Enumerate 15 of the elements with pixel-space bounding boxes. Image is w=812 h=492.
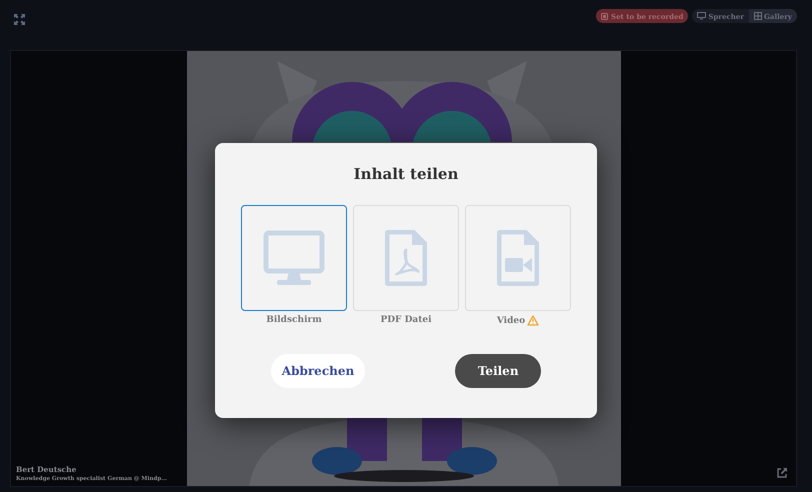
dialog-title: Inhalt teilen: [354, 165, 458, 183]
pdf-file-icon: [385, 230, 427, 286]
record-icon: [601, 12, 608, 20]
option-label: Video: [496, 316, 526, 326]
share-option-tile[interactable]: [241, 205, 347, 311]
monitor-icon: [697, 12, 706, 20]
fullscreen-icon[interactable]: [14, 14, 25, 25]
option-label: Bildschirm: [266, 315, 322, 325]
video-file-icon: [497, 230, 539, 286]
share-button[interactable]: Teilen: [455, 354, 542, 388]
cancel-button[interactable]: Abbrechen: [270, 354, 366, 388]
grid-icon: [754, 12, 762, 20]
monitor-icon: [263, 230, 325, 286]
option-label: PDF Datei: [380, 315, 432, 325]
popout-icon[interactable]: [777, 468, 787, 478]
